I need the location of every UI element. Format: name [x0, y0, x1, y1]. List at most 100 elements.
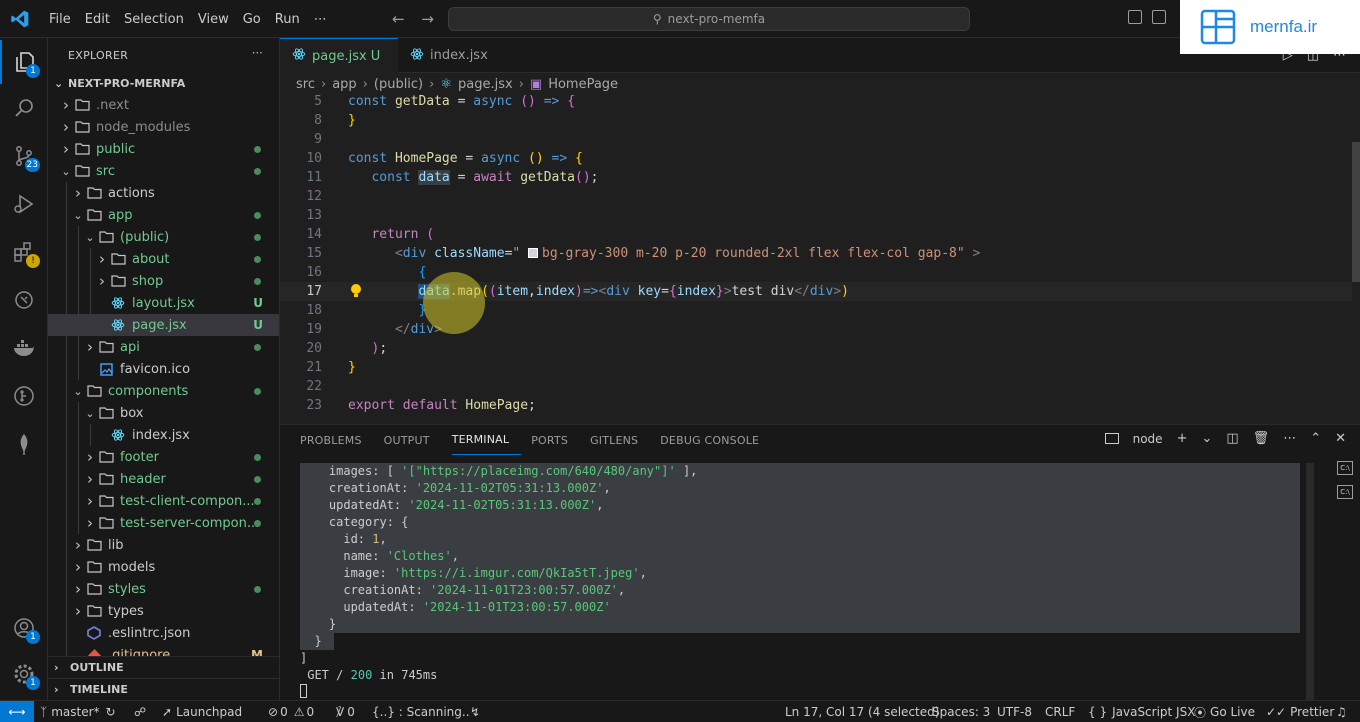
folder-item[interactable]: › .next [48, 94, 279, 116]
folder-item[interactable]: ⌄ box [48, 402, 279, 424]
file-item[interactable]: layout.jsx U [48, 292, 279, 314]
tab-index-jsx[interactable]: index.jsx [398, 38, 508, 73]
folder-item[interactable]: › about [48, 248, 279, 270]
language-mode[interactable]: { } JavaScript JSX [1088, 701, 1195, 722]
close-icon[interactable]: ✕ [1335, 431, 1346, 446]
folder-item[interactable]: › test-client-compon... [48, 490, 279, 512]
tab-page-jsx[interactable]: page.jsx U [280, 38, 398, 73]
menu-item[interactable]: Edit [78, 12, 117, 27]
folder-item[interactable]: ⌄ components [48, 380, 279, 402]
terminal-output[interactable]: images: [ '["https://placeimg.com/640/48… [300, 463, 1308, 701]
source-control-button[interactable]: 23 [0, 134, 48, 178]
folder-item[interactable]: › header [48, 468, 279, 490]
ports-indicator[interactable]: ℣ 0 [336, 701, 355, 722]
back-arrow-icon[interactable]: ← [392, 10, 405, 28]
lightbulb-icon[interactable] [350, 283, 362, 299]
mongodb-button[interactable] [0, 422, 48, 466]
split-terminal-icon[interactable]: ◫ [1226, 431, 1238, 446]
panel-tab-terminal[interactable]: TERMINAL [451, 425, 522, 455]
branch-indicator[interactable]: ᛉ master* ↻ [40, 701, 116, 722]
menu-item[interactable]: Run [268, 12, 307, 27]
menu-item[interactable]: View [191, 12, 236, 27]
docker-button[interactable] [0, 326, 48, 370]
launchpad-button[interactable]: ➚ Launchpad [162, 701, 242, 722]
folder-item[interactable]: › models [48, 556, 279, 578]
command-center-search[interactable]: ⚲ next-pro-memfa [448, 7, 970, 31]
run-debug-button[interactable] [0, 182, 48, 226]
scrollbar-thumb[interactable] [1352, 142, 1360, 282]
remote-explorer-button[interactable] [0, 278, 48, 322]
explorer-button[interactable]: 1 [0, 40, 48, 84]
new-terminal-icon[interactable]: + [1177, 431, 1188, 446]
folder-item[interactable]: › public [48, 138, 279, 160]
prettier-status[interactable]: ✓✓ Prettier [1266, 701, 1334, 722]
folder-item[interactable]: › test-server-compon... [48, 512, 279, 534]
breadcrumb-src[interactable]: src [296, 77, 315, 92]
trash-icon[interactable]: 🗑 [1253, 431, 1270, 446]
panel-tab-gitlens[interactable]: GITLENS [590, 425, 650, 455]
breadcrumb-public[interactable]: (public) [374, 77, 423, 92]
maximize-panel-icon[interactable]: ⌃ [1310, 431, 1321, 446]
terminal-shell-name[interactable]: node [1133, 432, 1163, 446]
panel-tab-problems[interactable]: PROBLEMS [300, 425, 374, 455]
editor-scrollbar[interactable] [1352, 92, 1360, 418]
file-item[interactable]: page.jsx U [48, 314, 279, 336]
folder-item[interactable]: › styles [48, 578, 279, 600]
manage-button[interactable]: 1 [0, 652, 48, 696]
menu-item[interactable]: File [42, 12, 78, 27]
toggle-panel-icon[interactable] [1152, 10, 1166, 24]
lightning-icon[interactable]: ↯ [470, 701, 480, 722]
search-button[interactable] [0, 86, 48, 130]
toggle-sidebar-icon[interactable] [1128, 10, 1142, 24]
file-item[interactable]: index.jsx [48, 424, 279, 446]
project-root[interactable]: ⌄ NEXT-PRO-MERNFA [48, 72, 279, 94]
forward-arrow-icon[interactable]: → [421, 10, 434, 28]
menu-item[interactable]: ⋯ [307, 12, 334, 27]
eol-setting[interactable]: CRLF [1045, 701, 1075, 722]
terminal-instance-icon[interactable]: C:\ [1337, 485, 1353, 499]
go-live-button[interactable]: ⦿ Go Live [1194, 701, 1255, 722]
code-editor[interactable]: 5 const getData = async () => { 8} 9 10 co… [280, 92, 1352, 418]
breadcrumb-app[interactable]: app [332, 77, 356, 92]
folder-item[interactable]: ⌄ (public) [48, 226, 279, 248]
gitlens-button[interactable] [0, 374, 48, 418]
outline-section[interactable]: › OUTLINE [48, 656, 279, 678]
folder-item[interactable]: › api [48, 336, 279, 358]
cursor-position[interactable]: Ln 17, Col 17 (4 selected) [785, 701, 939, 722]
folder-item[interactable]: ⌄ app [48, 204, 279, 226]
chevron-down-icon[interactable]: ⌄ [1201, 431, 1212, 446]
folder-item[interactable]: ⌄ src [48, 160, 279, 182]
scrollbar-thumb[interactable] [1306, 463, 1314, 701]
more-actions-icon[interactable]: ⋯ [252, 46, 263, 59]
file-item[interactable]: .eslintrc.json [48, 622, 279, 644]
more-actions-icon[interactable]: ⋯ [1283, 431, 1296, 446]
panel-tab-output[interactable]: OUTPUT [384, 425, 442, 455]
indentation-setting[interactable]: Spaces: 3 [932, 701, 990, 722]
file-item[interactable]: favicon.ico [48, 358, 279, 380]
git-status-dot-icon [254, 475, 261, 483]
panel-tab-ports[interactable]: PORTS [531, 425, 580, 455]
scanning-status[interactable]: {..} : Scanning.. [372, 701, 470, 722]
problems-indicator[interactable]: ⊘ 0 ⚠ 0 [268, 701, 314, 722]
timeline-section[interactable]: › TIMELINE [48, 678, 279, 700]
accounts-button[interactable]: 1 [0, 606, 48, 650]
breadcrumb-file[interactable]: page.jsx [458, 77, 513, 92]
git-graph-icon[interactable]: ☍ [134, 701, 146, 722]
folder-item[interactable]: › node_modules [48, 116, 279, 138]
tab-untracked-flag: U [370, 48, 381, 64]
terminal-instance-icon[interactable]: C:\ [1337, 461, 1353, 475]
breadcrumb-symbol[interactable]: HomePage [548, 77, 618, 92]
extensions-button[interactable]: ! [0, 230, 48, 274]
terminal-scrollbar[interactable] [1306, 463, 1314, 701]
folder-item[interactable]: › types [48, 600, 279, 622]
menu-item[interactable]: Selection [117, 12, 191, 27]
remote-indicator-icon[interactable]: ⟷ [0, 701, 34, 722]
menu-item[interactable]: Go [236, 12, 268, 27]
panel-tab-debug-console[interactable]: DEBUG CONSOLE [660, 425, 771, 455]
folder-item[interactable]: › lib [48, 534, 279, 556]
folder-item[interactable]: › actions [48, 182, 279, 204]
encoding-setting[interactable]: UTF-8 [997, 701, 1032, 722]
folder-item[interactable]: › shop [48, 270, 279, 292]
notifications-bell-icon[interactable]: ♫ [1336, 701, 1347, 722]
folder-item[interactable]: › footer [48, 446, 279, 468]
